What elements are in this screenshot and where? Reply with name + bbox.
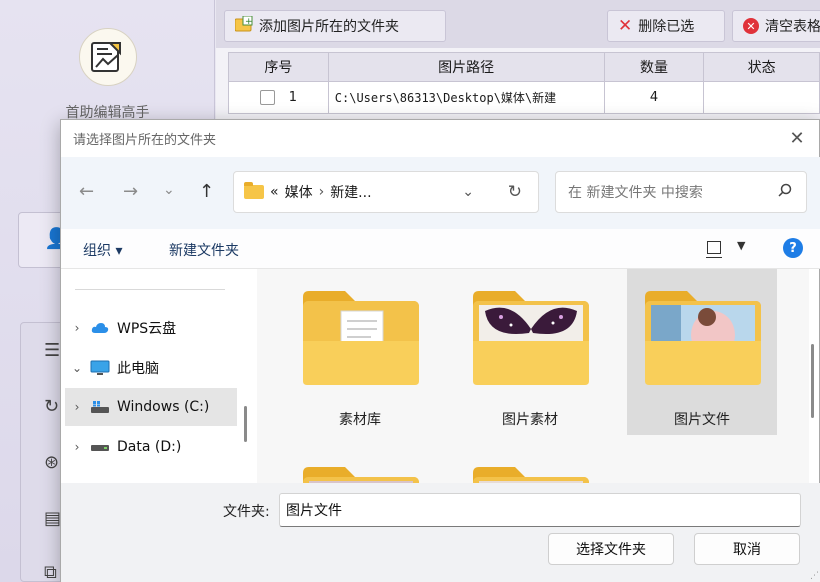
nav-label: Windows (C:): [117, 399, 210, 415]
select-folder-button[interactable]: 选择文件夹: [548, 533, 674, 565]
list-icon[interactable]: ▤: [44, 508, 61, 529]
rotate-icon[interactable]: ↻: [44, 396, 59, 417]
view-dropdown-icon[interactable]: ▼: [737, 239, 745, 252]
clear-table-label: 清空表格: [765, 19, 820, 35]
nav-item-this-pc[interactable]: ⌄ 此电脑: [65, 349, 237, 387]
folder-icon: [473, 467, 589, 483]
breadcrumb-item-new[interactable]: 新建...: [330, 182, 371, 202]
back-arrow-icon[interactable]: ←: [79, 181, 94, 202]
forward-arrow-icon[interactable]: →: [123, 181, 138, 202]
clear-table-button[interactable]: ✕ 清空表格: [732, 10, 820, 42]
up-arrow-icon[interactable]: ↑: [199, 181, 214, 202]
breadcrumb[interactable]: « 媒体 › 新建... ⌄ ↻: [233, 171, 539, 213]
chevron-down-icon[interactable]: ⌄: [462, 184, 474, 200]
folder-field-label: 文件夹:: [223, 504, 270, 520]
delete-icon: ✕: [618, 16, 633, 36]
aperture-icon[interactable]: ⊛: [44, 452, 59, 473]
nav-label: WPS云盘: [117, 321, 177, 337]
folder-picker-dialog: 请选择图片所在的文件夹 ✕ ← → ⌄ ↑ « 媒体 › 新建... ⌄ ↻ 在…: [60, 119, 820, 582]
nav-divider: [75, 289, 225, 290]
folder-icon: [244, 182, 264, 199]
content-scrollbar[interactable]: [811, 344, 814, 418]
nav-item-wps-cloud[interactable]: › WPS云盘: [65, 309, 237, 347]
table-row[interactable]: 1 C:\Users\86313\Desktop\媒体\新建 4: [228, 81, 820, 114]
nav-scrollbar[interactable]: [244, 406, 247, 442]
cloud-icon: [89, 322, 111, 334]
row-count: 4: [603, 81, 705, 114]
nav-item-drive-c[interactable]: › Windows (C:): [65, 388, 237, 426]
organize-menu[interactable]: 组织 ▾: [83, 240, 122, 260]
app-logo-icon: [79, 28, 137, 86]
folder-view: 素材库 图片素材 图片文件: [257, 269, 809, 483]
folder-name: 图片文件: [674, 412, 730, 428]
column-header-index[interactable]: 序号: [228, 52, 329, 82]
resize-grip-icon[interactable]: ⋰: [810, 571, 819, 581]
search-input[interactable]: 在 新建文件夹 中搜索: [555, 171, 807, 213]
folder-tile[interactable]: [455, 445, 605, 483]
cancel-button[interactable]: 取消: [694, 533, 800, 565]
computer-icon: [89, 360, 111, 376]
drive-icon: [89, 400, 111, 414]
help-icon[interactable]: ?: [783, 238, 803, 258]
drive-icon: [89, 442, 111, 452]
add-folder-label: 添加图片所在的文件夹: [259, 19, 399, 35]
row-path: C:\Users\86313\Desktop\媒体\新建: [327, 81, 605, 114]
folder-icon: [473, 291, 589, 385]
folder-add-icon: +: [234, 15, 253, 36]
menu-icon[interactable]: ☰: [44, 340, 60, 361]
expand-icon[interactable]: ›: [65, 400, 89, 414]
folder-tile[interactable]: [285, 445, 435, 483]
search-icon: [778, 183, 792, 197]
breadcrumb-prefix[interactable]: «: [270, 184, 279, 200]
folder-icon: [303, 467, 419, 483]
nav-item-drive-d[interactable]: › Data (D:): [65, 428, 237, 466]
row-index-cell: 1: [228, 81, 329, 114]
collapse-icon[interactable]: ⌄: [65, 361, 89, 375]
breadcrumb-item-media[interactable]: 媒体: [285, 182, 313, 202]
breadcrumb-separator-icon: ›: [318, 184, 325, 200]
search-placeholder: 在 新建文件夹 中搜索: [568, 185, 703, 201]
view-mode-icon[interactable]: [706, 241, 722, 258]
folder-icon: [645, 291, 761, 385]
navigation-pane: › WPS云盘 ⌄ 此电脑 › Windows (C:) › Data (D:): [61, 269, 247, 483]
command-bar: 组织 ▾ 新建文件夹 ▼ ?: [61, 229, 820, 269]
folder-tile[interactable]: 图片素材: [455, 269, 605, 435]
column-header-path[interactable]: 图片路径: [327, 52, 605, 82]
row-index: 1: [288, 90, 298, 105]
clear-icon: ✕: [743, 18, 759, 34]
folder-icon: [303, 291, 419, 385]
address-bar: ← → ⌄ ↑ « 媒体 › 新建... ⌄ ↻ 在 新建文件夹 中搜索: [61, 157, 820, 229]
svg-text:+: +: [245, 17, 253, 27]
folder-name-input[interactable]: [279, 493, 801, 527]
app-toolbar: + 添加图片所在的文件夹 ✕ 删除已选 ✕ 清空表格: [216, 0, 820, 48]
recent-chevron-icon[interactable]: ⌄: [163, 182, 175, 198]
dialog-title: 请选择图片所在的文件夹: [73, 133, 217, 148]
column-header-status[interactable]: 状态: [703, 52, 820, 82]
nav-label: 此电脑: [117, 361, 159, 377]
nav-label: Data (D:): [117, 439, 182, 455]
refresh-icon[interactable]: ↻: [508, 182, 522, 202]
row-status: [703, 81, 820, 114]
folder-name: 图片素材: [502, 412, 558, 428]
add-folder-button[interactable]: + 添加图片所在的文件夹: [224, 10, 446, 42]
folder-tile[interactable]: 素材库: [285, 269, 435, 435]
image-table: 序号 图片路径 数量 状态 1 C:\Users\86313\Desktop\媒…: [228, 52, 820, 114]
crop-icon[interactable]: ⧉: [44, 562, 57, 582]
close-icon[interactable]: ✕: [783, 124, 811, 152]
expand-icon[interactable]: ›: [65, 321, 89, 335]
delete-selected-button[interactable]: ✕ 删除已选: [607, 10, 725, 42]
column-header-count[interactable]: 数量: [603, 52, 705, 82]
folder-name: 素材库: [339, 412, 381, 428]
folder-tile-selected[interactable]: 图片文件: [627, 269, 777, 435]
new-folder-button[interactable]: 新建文件夹: [169, 240, 239, 260]
delete-selected-label: 删除已选: [638, 19, 695, 35]
row-checkbox[interactable]: [259, 90, 275, 105]
expand-icon[interactable]: ›: [65, 440, 89, 454]
dialog-footer: 文件夹: 选择文件夹 取消 ⋰: [61, 483, 820, 582]
